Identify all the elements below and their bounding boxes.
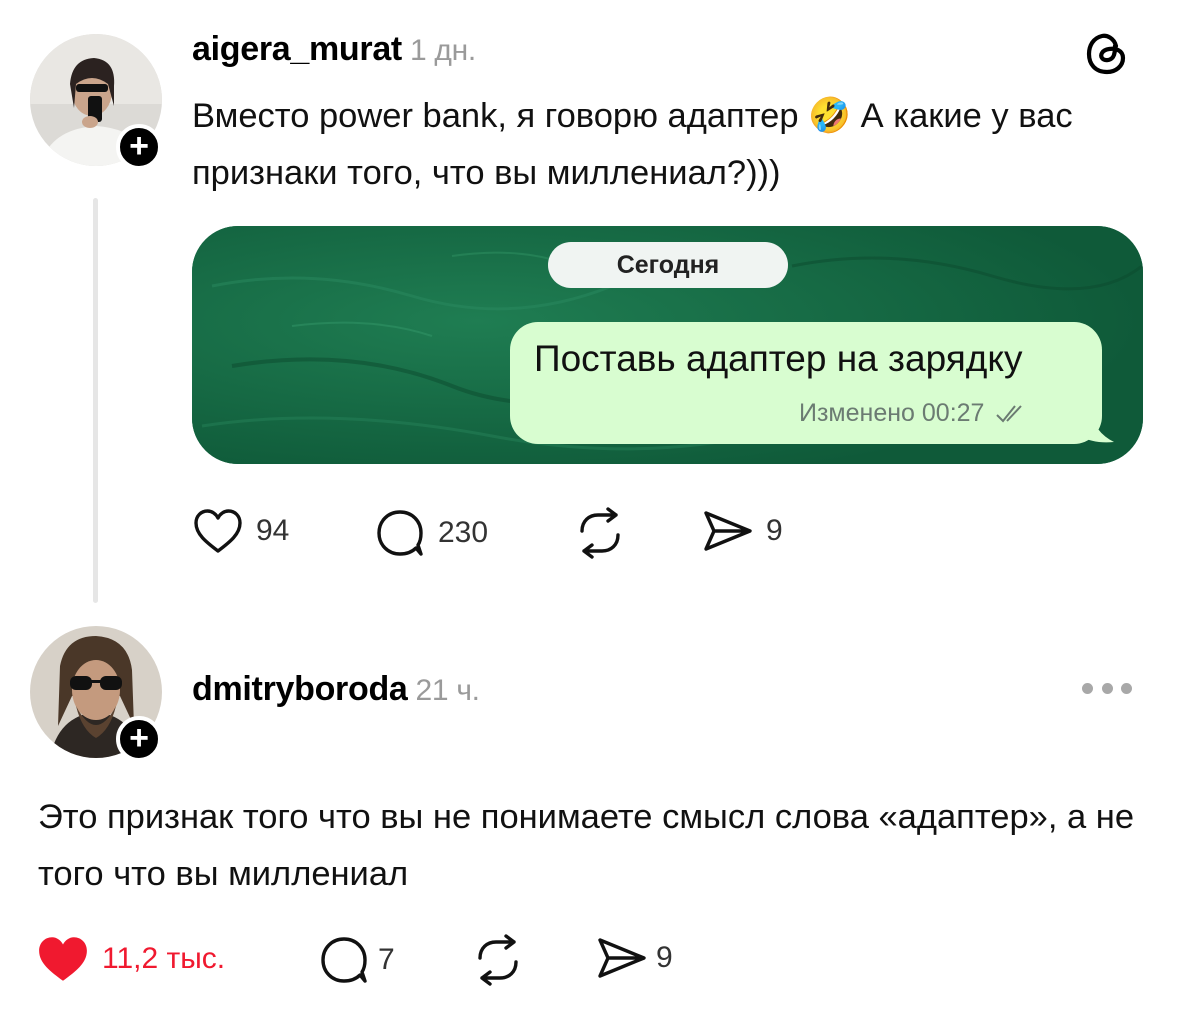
reply-comment-count: 7 [378,943,395,976]
send-icon [704,511,752,551]
bubble-tail-shape [1080,410,1114,443]
reply-share-count: 9 [656,941,673,974]
post-timestamp: 1 дн. [409,34,476,67]
comment-bubble-icon [377,510,423,556]
author-username-row: aigera_murat 1 дн. [192,30,476,69]
thread-connector-line [93,198,98,603]
like-count: 94 [256,514,290,547]
repost-action[interactable] [572,507,628,559]
heart-icon [194,509,242,553]
share-count: 9 [766,514,783,547]
plus-icon: + [129,127,149,165]
post-text: Вместо power bank, я говорю адаптер 🤣 А … [192,97,1073,192]
heart-icon [39,937,87,981]
reply-like-count: 11,2 тыс. [102,942,226,975]
comment-action[interactable]: 230 [374,507,488,559]
plus-icon: + [129,719,149,757]
reply-username[interactable]: dmitryboroda [192,670,408,708]
chat-message-meta: Изменено 00:27 [799,399,1029,428]
reply-comment-action[interactable]: 7 [318,934,395,986]
comment-count: 230 [438,516,489,549]
share-action[interactable]: 9 [702,507,783,555]
reply-text: Это признак того что вы не понимаете смы… [38,798,1135,893]
double-check-icon [996,405,1023,423]
reply-username-row: dmitryboroda 21 ч. [192,670,480,709]
more-dots-icon[interactable] [1082,683,1132,697]
chat-message-edited-time: Изменено 00:27 [799,399,985,427]
reply-share-action[interactable]: 9 [596,934,673,982]
reply-timestamp: 21 ч. [415,674,480,707]
reply-repost-action[interactable] [470,934,526,986]
author-username[interactable]: aigera_murat [192,30,402,68]
repost-icon [478,934,518,986]
chat-date-label: Сегодня [548,242,788,288]
send-icon [598,938,646,978]
threads-logo-icon[interactable] [1082,28,1132,78]
reply-like-action[interactable]: 11,2 тыс. [36,934,225,984]
follow-reply-author-button[interactable]: + [116,716,162,762]
chat-message-text: Поставь адаптер на зарядку [534,338,1023,379]
like-action[interactable]: 94 [192,507,289,555]
repost-icon [580,507,620,559]
follow-author-button[interactable]: + [116,124,162,170]
comment-bubble-icon [321,937,367,983]
